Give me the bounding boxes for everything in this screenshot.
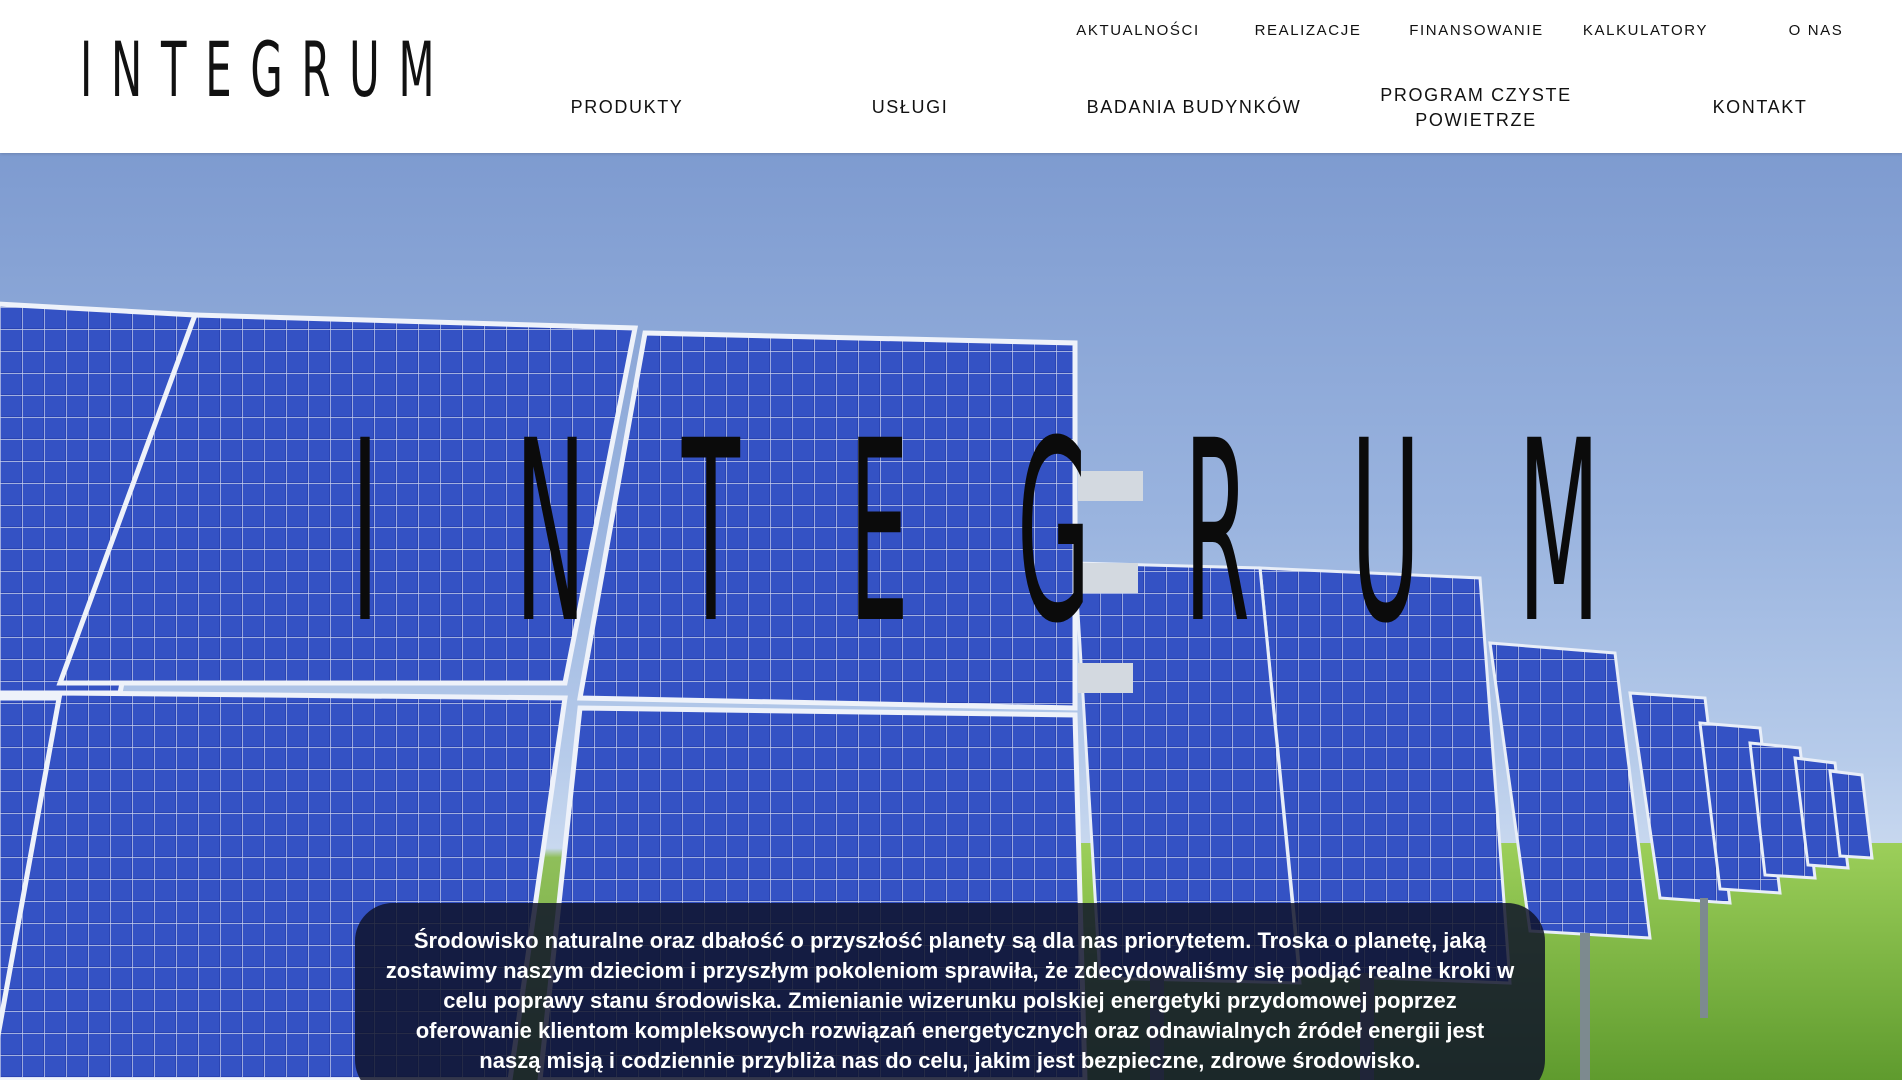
nav-kalkulatory[interactable]: KALKULATORY — [1578, 22, 1713, 39]
nav-program-czyste-powietrze[interactable]: PROGRAM CZYSTE POWIETRZE — [1370, 83, 1582, 133]
hero-title: I N T E G R U M — [320, 387, 1600, 678]
hero-title-letter: N — [515, 387, 587, 678]
nav-badania-budynkow[interactable]: BADANIA BUDYNKÓW — [1070, 95, 1318, 120]
hero-title-letter: R — [1183, 387, 1250, 678]
nav-produkty[interactable]: PRODUKTY — [540, 95, 714, 120]
hero-title-letter: M — [1517, 387, 1600, 678]
hero-title-letter: T — [682, 387, 741, 678]
nav-aktualnosci[interactable]: AKTUALNOŚCI — [1073, 22, 1203, 39]
hero-title-letter: U — [1350, 387, 1421, 678]
nav-o-nas[interactable]: O NAS — [1780, 22, 1852, 39]
hero-title-letter: I — [350, 387, 380, 678]
hero-title-letter: G — [1016, 387, 1091, 678]
nav-realizacje[interactable]: REALIZACJE — [1243, 22, 1373, 39]
logo-link[interactable]: INTEGRUM — [0, 0, 520, 153]
nav-kontakt[interactable]: KONTAKT — [1700, 95, 1820, 120]
nav-finansowanie[interactable]: FINANSOWANIE — [1404, 22, 1549, 39]
mission-statement: Środowisko naturalne oraz dbałość o przy… — [355, 903, 1545, 1080]
site-header: INTEGRUM AKTUALNOŚCI REALIZACJE FINANSOW… — [0, 0, 1902, 153]
hero-title-letter: E — [849, 387, 910, 678]
nav-uslugi[interactable]: USŁUGI — [840, 95, 980, 120]
logo: INTEGRUM — [80, 24, 454, 114]
hero-section: I N T E G R U M Środowisko naturalne ora… — [0, 153, 1902, 1080]
